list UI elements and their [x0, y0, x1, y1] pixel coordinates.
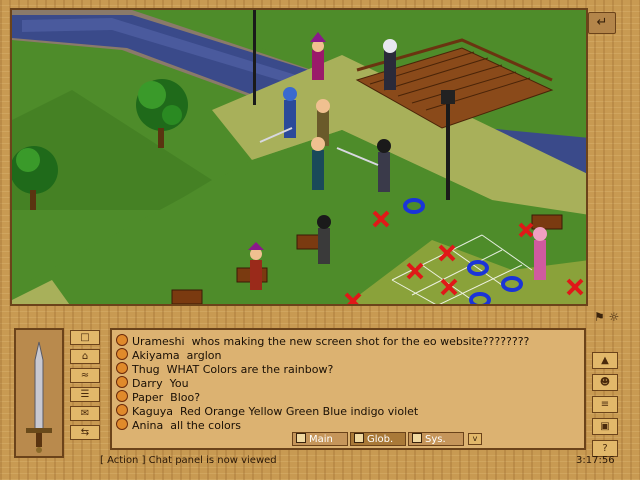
chat-line: Akiyama arglon	[116, 348, 221, 362]
chat-icon	[116, 362, 128, 374]
chat-icon	[116, 334, 128, 346]
status-message: [ Action ] Chat panel is now viewed	[100, 455, 277, 466]
bottom-panel: □ ⌂ ≈ ☰ ✉ ⇆ Urameshi whos making the new…	[10, 322, 630, 472]
guild-icon[interactable]: ▲	[592, 352, 618, 369]
tab-icon	[354, 433, 364, 443]
sword-icon	[26, 341, 52, 453]
chat-panel[interactable]: Urameshi whos making the new screen shot…	[110, 328, 586, 450]
chat-icon	[116, 404, 128, 416]
back-icon[interactable]: ↵	[588, 12, 616, 34]
chat-line: Paper Bloo?	[116, 390, 200, 404]
options-icon[interactable]: ▣	[592, 418, 618, 435]
tab-icon	[296, 433, 306, 443]
trade-icon[interactable]: ⇆	[70, 425, 100, 440]
chat-icon	[116, 390, 128, 402]
chat-line: Darry You	[116, 376, 189, 390]
right-toolbar: ▲ ☻ ≡ ▣ ?	[592, 352, 622, 462]
party-icon[interactable]: ☻	[592, 374, 618, 391]
game-viewport[interactable]	[10, 8, 588, 306]
left-toolbar: □ ⌂ ≈ ☰ ✉ ⇆	[70, 330, 104, 444]
weapon-slot[interactable]	[14, 328, 64, 458]
inventory-icon[interactable]: □	[70, 330, 100, 345]
chat-line: Kaguya Red Orange Yellow Green Blue indi…	[116, 404, 418, 418]
tab-global[interactable]: Glob.	[350, 432, 406, 446]
game-scene	[12, 10, 586, 304]
tab-system[interactable]: Sys.	[408, 432, 464, 446]
tab-icon	[412, 433, 422, 443]
settings-icon[interactable]: ≡	[592, 396, 618, 413]
chat-icon	[116, 376, 128, 388]
chat-line: Thug WHAT Colors are the rainbow?	[116, 362, 333, 376]
chat-icon	[116, 348, 128, 360]
clock: 3:17:56	[576, 455, 615, 466]
stats-icon[interactable]: ☰	[70, 387, 100, 402]
chat-line: Urameshi whos making the new screen shot…	[116, 334, 529, 348]
tabs-down-icon[interactable]: v	[468, 433, 482, 445]
chat-icon[interactable]: ✉	[70, 406, 100, 421]
chat-icon	[116, 418, 128, 430]
status-bar: [ Action ] Chat panel is now viewed 3:17…	[70, 454, 630, 468]
tab-main[interactable]: Main	[292, 432, 348, 446]
chat-line: Anina all the colors	[116, 418, 241, 432]
home-icon[interactable]: ⌂	[70, 349, 100, 364]
map-icon[interactable]: ≈	[70, 368, 100, 383]
